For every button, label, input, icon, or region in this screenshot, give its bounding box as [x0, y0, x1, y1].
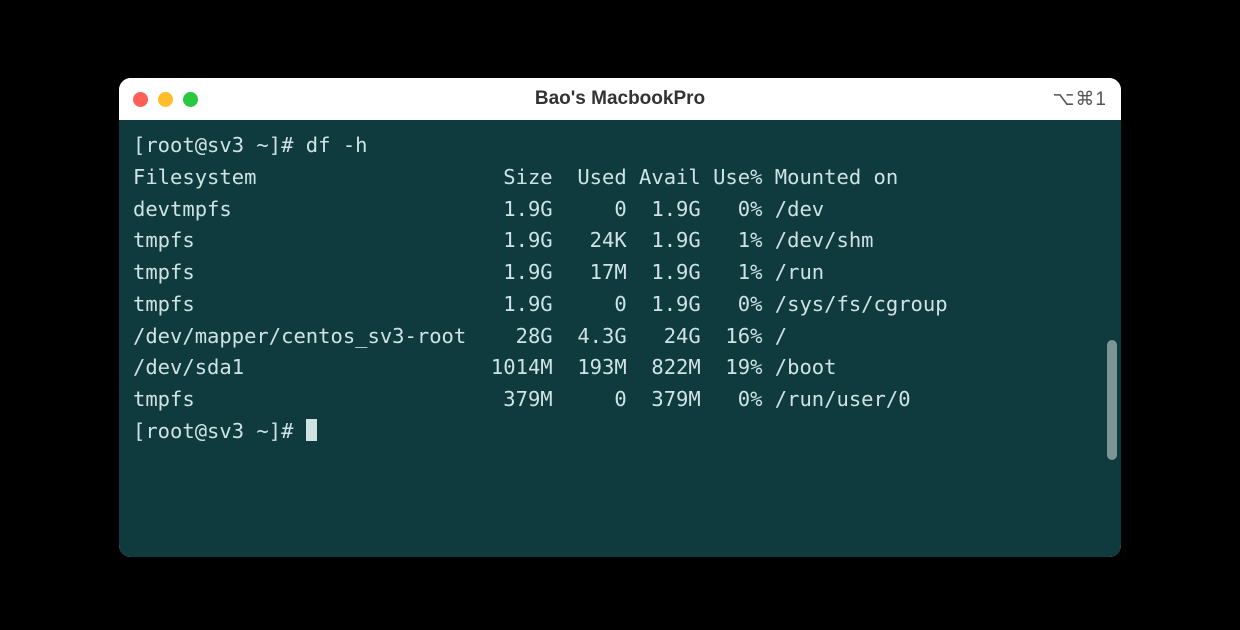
cursor-icon — [306, 419, 317, 441]
close-icon[interactable] — [133, 92, 148, 107]
prompt-line-2: [root@sv3 ~]# — [133, 416, 1107, 448]
titlebar[interactable]: Bao's MacbookPro ⌥⌘1 — [119, 78, 1121, 120]
minimize-icon[interactable] — [158, 92, 173, 107]
tab-shortcut-label: ⌥⌘1 — [1053, 88, 1107, 111]
window-title: Bao's MacbookPro — [119, 88, 1121, 110]
terminal-window: Bao's MacbookPro ⌥⌘1 [root@sv3 ~]# df -h… — [119, 78, 1121, 557]
command-output: Filesystem Size Used Avail Use% Mounted … — [133, 162, 1107, 416]
maximize-icon[interactable] — [183, 92, 198, 107]
prompt-line: [root@sv3 ~]# df -h — [133, 130, 1107, 162]
scrollbar-thumb[interactable] — [1107, 340, 1117, 460]
terminal-body[interactable]: [root@sv3 ~]# df -hFilesystem Size Used … — [119, 120, 1121, 557]
traffic-lights — [133, 92, 198, 107]
